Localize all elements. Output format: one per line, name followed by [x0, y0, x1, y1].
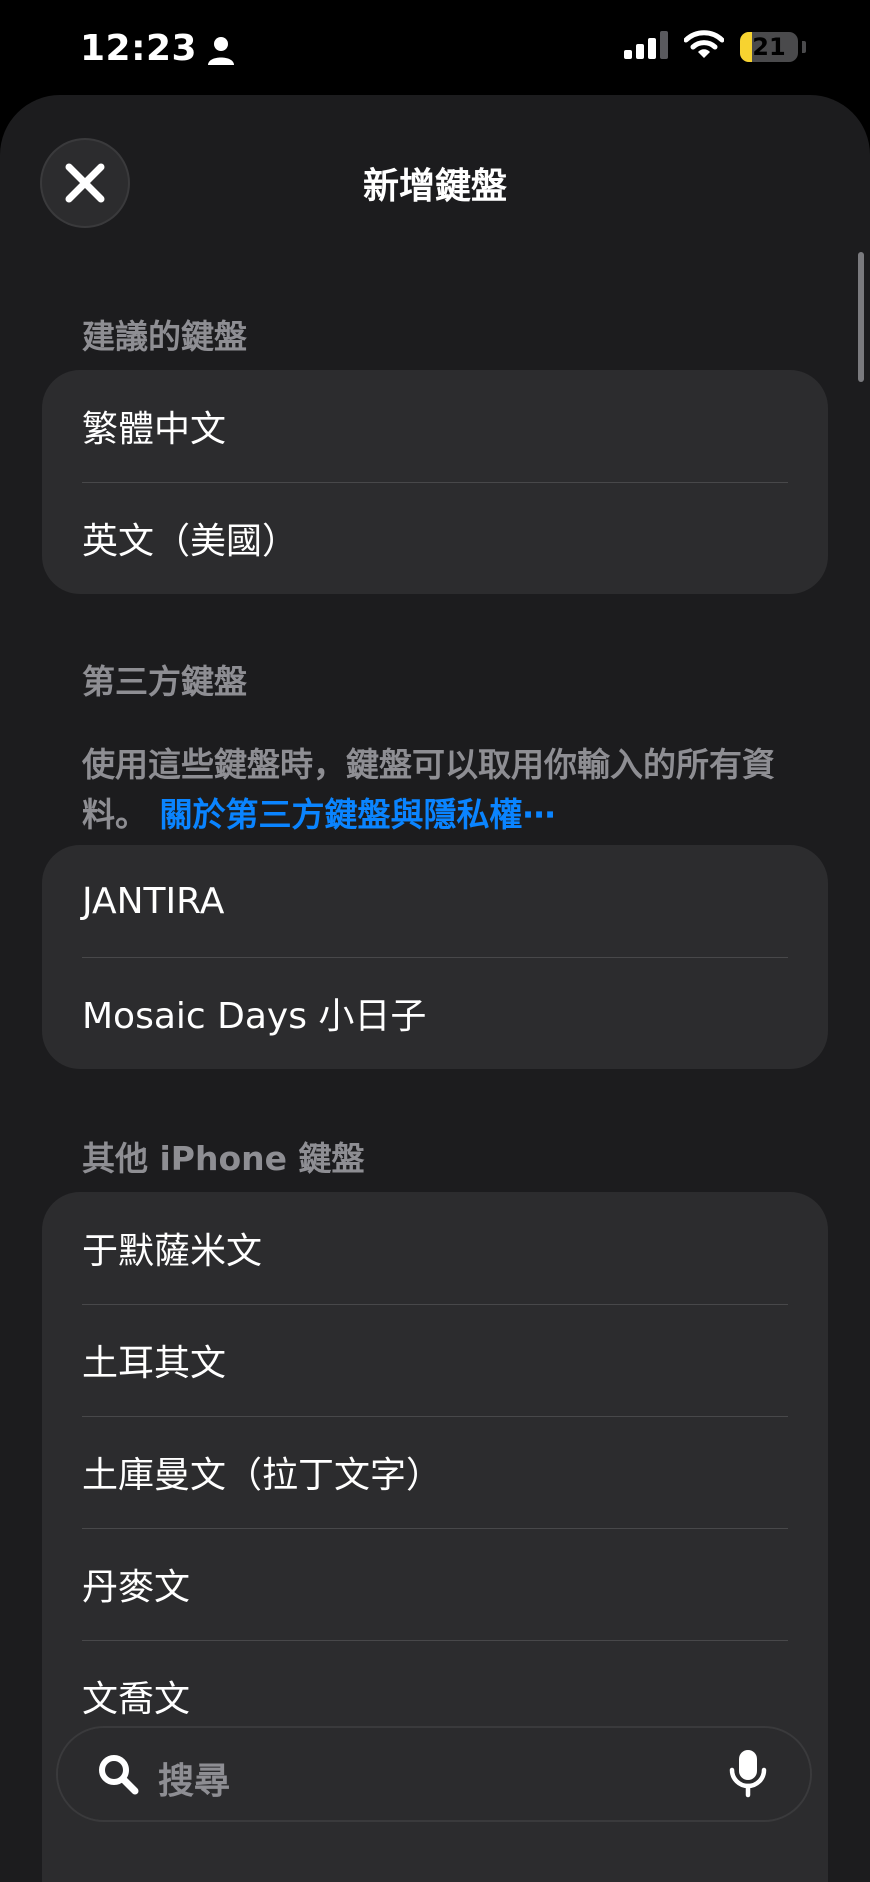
section-header-other: 其他 iPhone 鍵盤 [82, 1139, 365, 1178]
list-item-keyboard[interactable]: 土耳其文 [42, 1304, 828, 1416]
status-bar: 12:23 21 [0, 0, 870, 100]
list-item-keyboard[interactable]: Mosaic Days 小日子 [42, 957, 828, 1069]
suggested-keyboards-list: 繁體中文 英文（美國） [42, 370, 828, 594]
search-icon [96, 1752, 140, 1800]
list-item-keyboard[interactable]: 丹麥文 [42, 1528, 828, 1640]
third-party-keyboards-list: JANTIRA Mosaic Days 小日子 [42, 845, 828, 1069]
list-item-keyboard[interactable]: 英文（美國） [42, 482, 828, 594]
list-item-keyboard[interactable]: 土庫曼文（拉丁文字） [42, 1416, 828, 1528]
search-input[interactable]: 搜尋 [158, 1752, 230, 1804]
list-item-keyboard[interactable]: JANTIRA [42, 845, 828, 957]
scroll-indicator[interactable] [858, 252, 864, 382]
battery-fill [740, 32, 753, 62]
section-header-suggested: 建議的鍵盤 [82, 317, 247, 356]
status-time-group: 12:23 [80, 28, 235, 69]
section-header-third-party: 第三方鍵盤 [82, 662, 247, 701]
battery-icon: 21 [740, 32, 798, 62]
status-time: 12:23 [80, 28, 198, 69]
list-item-keyboard[interactable]: 于默薩米文 [42, 1192, 828, 1304]
list-item-keyboard[interactable]: 繁體中文 [42, 370, 828, 482]
add-keyboard-sheet: 新增鍵盤 建議的鍵盤 繁體中文 英文（美國） 第三方鍵盤 使用這些鍵盤時，鍵盤可… [0, 95, 870, 1882]
page-title: 新增鍵盤 [362, 166, 507, 207]
privacy-link[interactable]: 關於第三方鍵盤與隱私權⋯ [160, 795, 556, 834]
search-bar[interactable]: 搜尋 [58, 1728, 810, 1820]
battery-level: 21 [752, 33, 786, 61]
status-indicators: 21 [624, 30, 806, 64]
person-icon [207, 34, 235, 65]
microphone-icon[interactable] [728, 1748, 768, 1802]
third-party-privacy-note: 使用這些鍵盤時，鍵盤可以取用你輸入的所有資料。 關於第三方鍵盤與隱私權⋯ [82, 740, 802, 840]
battery-tip [802, 41, 806, 53]
signal-icon [624, 31, 668, 63]
wifi-icon [683, 30, 725, 64]
